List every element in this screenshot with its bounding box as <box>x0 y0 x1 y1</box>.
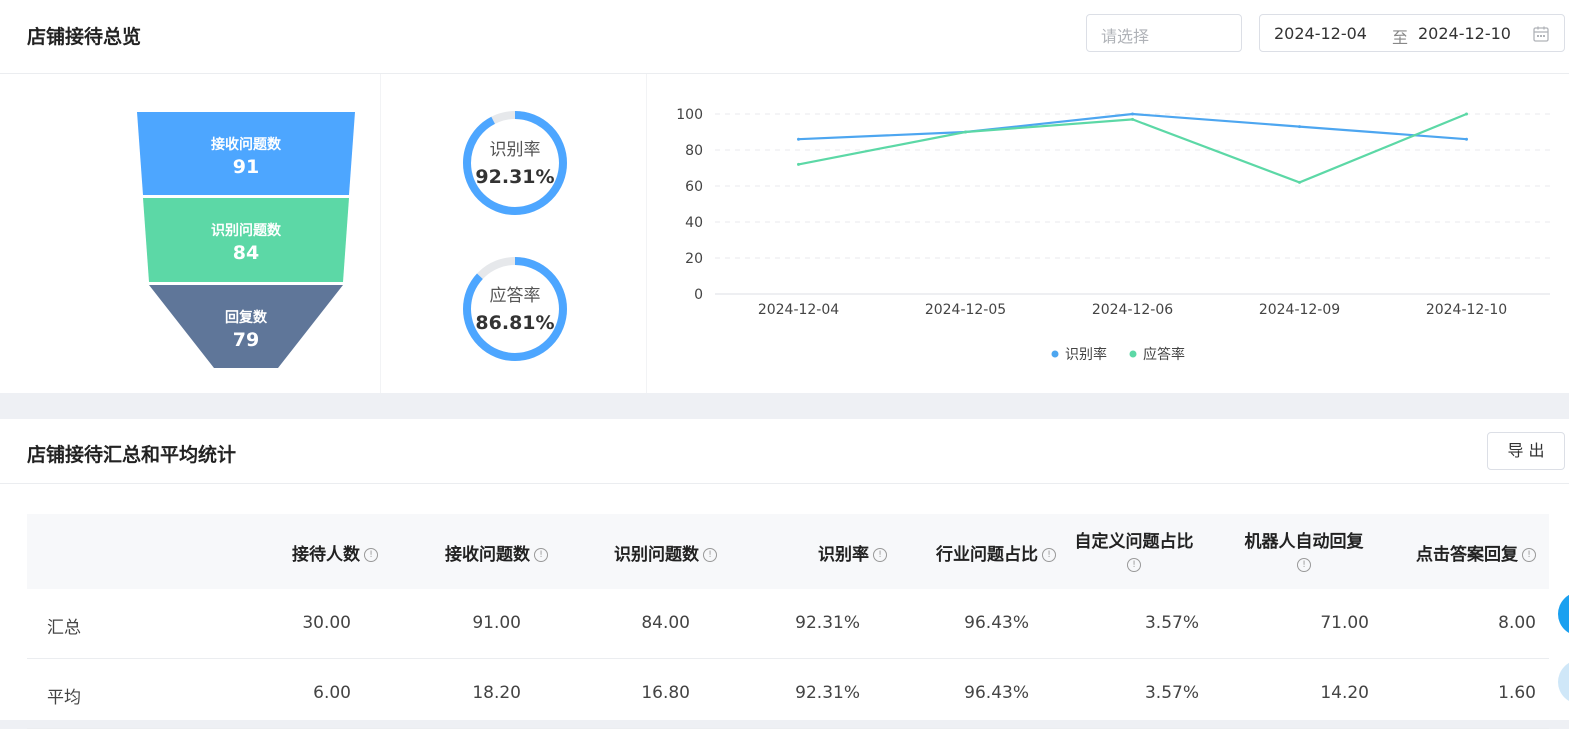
info-icon[interactable]: ! <box>534 548 548 562</box>
x-tick-label: 2024-12-09 <box>1259 302 1340 318</box>
gauge-label: 识别率 <box>489 140 541 160</box>
col-header-bot-auto-reply: 机器人自动回复! <box>1244 532 1364 572</box>
info-icon[interactable]: ! <box>1042 548 1056 562</box>
table-cell: 14.20 <box>1320 683 1369 703</box>
date-range-picker[interactable]: 2024-12-04 至 2024-12-10 <box>1259 14 1565 52</box>
table-row: 平均 6.00 18.20 16.80 92.31% 96.43% 3.57% … <box>27 659 1549 729</box>
x-tick-label: 2024-12-06 <box>1092 302 1173 318</box>
y-tick-label: 60 <box>685 179 703 195</box>
overview-divider <box>0 73 1569 74</box>
y-tick-label: 20 <box>685 251 703 267</box>
info-icon[interactable]: ! <box>1127 558 1141 572</box>
row-label: 汇总 <box>47 618 81 638</box>
funnel-stage-1: 接收问题数 91 <box>146 134 346 178</box>
col-header-industry-ratio: 行业问题占比! <box>936 540 1056 565</box>
col-header-recognized: 识别问题数! <box>614 540 717 565</box>
data-point <box>964 130 967 134</box>
shop-select-placeholder: 请选择 <box>1101 27 1150 46</box>
legend-label: 识别率 <box>1065 346 1107 363</box>
funnel-stage-2: 识别问题数 84 <box>146 220 346 264</box>
legend-marker <box>1051 350 1059 358</box>
data-point <box>1298 180 1301 184</box>
col-header-received: 接收问题数! <box>445 540 548 565</box>
series-line-recognition <box>798 112 1467 141</box>
data-point <box>1298 125 1301 129</box>
section-divider <box>380 74 381 393</box>
info-icon[interactable]: ! <box>364 548 378 562</box>
overview-title: 店铺接待总览 <box>27 26 142 48</box>
y-tick-label: 0 <box>694 287 703 303</box>
date-start[interactable]: 2024-12-04 <box>1274 24 1367 43</box>
funnel-stage-3: 回复数 79 <box>146 307 346 351</box>
table-cell: 8.00 <box>1498 613 1536 633</box>
funnel-value: 91 <box>232 156 260 178</box>
section-divider <box>646 74 647 393</box>
info-icon[interactable]: ! <box>1522 548 1536 562</box>
funnel-label: 接收问题数 <box>211 137 281 153</box>
legend-marker <box>1129 350 1137 358</box>
col-header-custom-ratio: 自定义问题占比! <box>1074 532 1194 572</box>
y-tick-label: 100 <box>676 107 703 123</box>
table-cell: 16.80 <box>641 683 690 703</box>
funnel-value: 84 <box>232 242 260 264</box>
table-cell: 30.00 <box>302 613 351 633</box>
summary-divider <box>0 483 1569 484</box>
col-header-recognition-rate: 识别率! <box>818 540 887 565</box>
col-header-click-reply: 点击答案回复! <box>1416 540 1536 565</box>
x-tick-label: 2024-12-10 <box>1426 302 1507 318</box>
gauge-label: 应答率 <box>489 286 541 306</box>
funnel-label: 识别问题数 <box>211 223 281 239</box>
info-icon[interactable]: ! <box>1297 558 1311 572</box>
table-cell: 91.00 <box>472 613 521 633</box>
table-cell: 96.43% <box>964 683 1029 703</box>
data-point <box>1465 112 1468 116</box>
table-cell: 96.43% <box>964 613 1029 633</box>
date-end[interactable]: 2024-12-10 <box>1418 24 1511 43</box>
table-cell: 6.00 <box>313 683 351 703</box>
table-row: 汇总 30.00 91.00 84.00 92.31% 96.43% 3.57%… <box>27 589 1549 659</box>
export-button[interactable]: 导 出 <box>1487 432 1565 470</box>
summary-title: 店铺接待汇总和平均统计 <box>27 444 237 466</box>
table-cell: 3.57% <box>1144 683 1199 703</box>
col-header-visitors: 接待人数! <box>292 540 378 565</box>
x-tick-label: 2024-12-04 <box>758 302 839 318</box>
table-cell: 71.00 <box>1320 613 1369 633</box>
table-cell: 92.31% <box>795 613 860 633</box>
table-cell: 3.57% <box>1144 613 1199 633</box>
info-icon[interactable]: ! <box>703 548 717 562</box>
table-cell: 92.31% <box>795 683 860 703</box>
summary-panel: 店铺接待汇总和平均统计 导 出 接待人数! 接收问题数! 识别问题数! 识别率!… <box>0 419 1569 729</box>
data-point <box>1465 137 1468 141</box>
calendar-icon[interactable] <box>1532 25 1550 43</box>
series-line-response <box>798 112 1467 184</box>
x-tick-label: 2024-12-05 <box>925 302 1006 318</box>
data-point <box>1131 117 1134 121</box>
table-cell: 84.00 <box>641 613 690 633</box>
y-tick-label: 40 <box>685 215 703 231</box>
table-header: 接待人数! 接收问题数! 识别问题数! 识别率! 行业问题占比! 自定义问题占比… <box>27 514 1549 589</box>
funnel-label: 回复数 <box>225 310 267 326</box>
shop-select[interactable]: 请选择 <box>1086 14 1242 52</box>
row-label: 平均 <box>47 688 81 708</box>
overview-panel: 店铺接待总览 请选择 2024-12-04 至 2024-12-10 接收问题数… <box>0 0 1569 393</box>
data-point <box>797 162 800 166</box>
data-point <box>797 137 800 141</box>
rate-trend-line-chart: 0 20 40 60 80 100 2024-12-04 2024-12-05 2024-12-… <box>676 107 1550 363</box>
legend-label: 应答率 <box>1143 346 1185 363</box>
gauge-value: 86.81% <box>475 312 555 334</box>
recognition-rate-text: 识别率 92.31% <box>465 135 565 188</box>
funnel-value: 79 <box>232 329 260 351</box>
table-cell: 1.60 <box>1498 683 1536 703</box>
gauge-value: 92.31% <box>475 166 555 188</box>
y-tick-label: 80 <box>685 143 703 159</box>
response-rate-text: 应答率 86.81% <box>465 281 565 334</box>
data-point <box>1131 112 1134 116</box>
date-separator: 至 <box>1392 28 1409 47</box>
table-cell: 18.20 <box>472 683 521 703</box>
info-icon[interactable]: ! <box>873 548 887 562</box>
